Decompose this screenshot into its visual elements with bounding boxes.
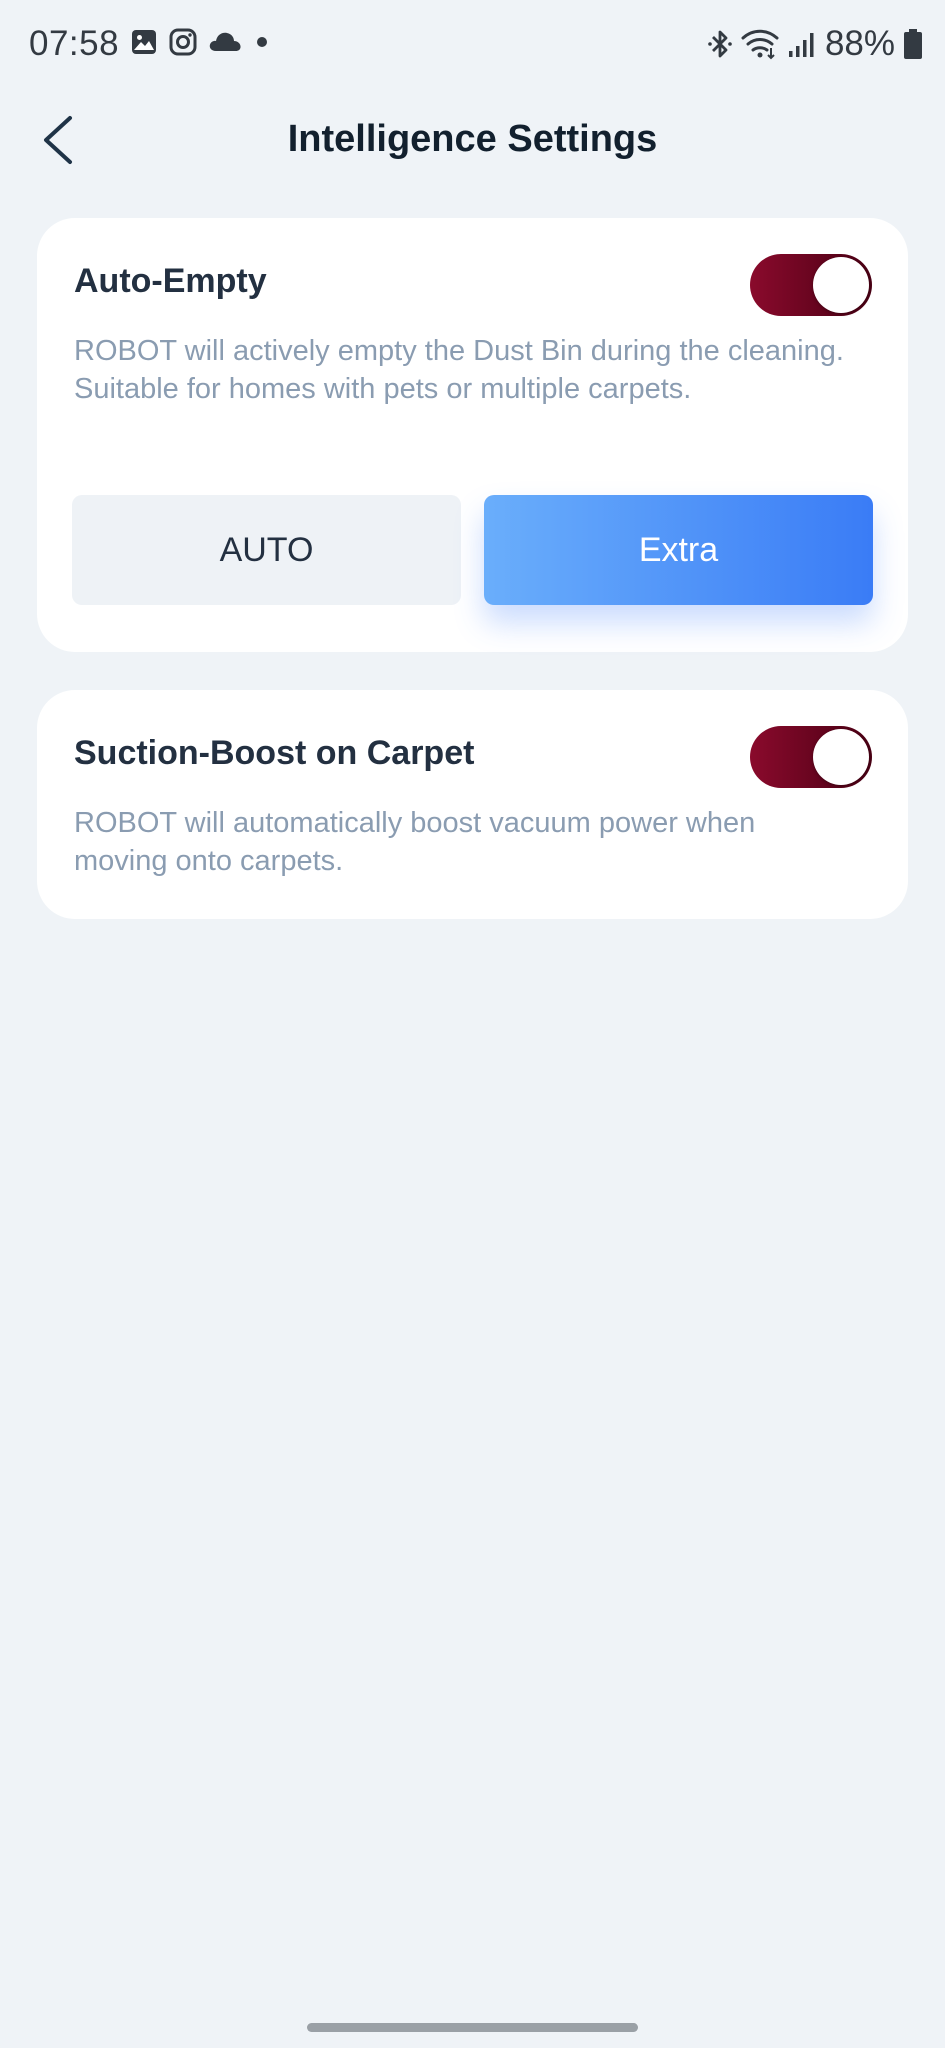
suction-boost-card: Suction-Boost on Carpet ROBOT will autom… — [37, 690, 908, 919]
status-system-icons: 88% — [707, 24, 923, 64]
auto-empty-mode-selector: AUTO Extra — [72, 495, 873, 605]
status-time: 07:58 — [29, 24, 120, 63]
dot-icon — [252, 32, 272, 52]
suction-boost-description: ROBOT will automatically boost vacuum po… — [74, 807, 756, 877]
mode-extra-button[interactable]: Extra — [484, 495, 873, 605]
status-notification-icons — [130, 27, 272, 57]
auto-empty-title: Auto-Empty — [74, 262, 267, 300]
suction-boost-toggle[interactable] — [750, 726, 872, 788]
status-bar: 07:58 88% — [0, 0, 945, 90]
home-indicator[interactable] — [307, 2023, 638, 2032]
signal-icon — [787, 29, 817, 59]
gallery-icon — [130, 28, 158, 56]
toggle-knob — [813, 729, 869, 785]
auto-empty-toggle[interactable] — [750, 254, 872, 316]
auto-empty-description: ROBOT will actively empty the Dust Bin d… — [74, 335, 844, 405]
auto-empty-card: Auto-Empty ROBOT will actively empty the… — [37, 218, 908, 652]
cloud-icon — [208, 29, 242, 55]
instagram-icon — [168, 27, 198, 57]
toggle-knob — [813, 257, 869, 313]
bluetooth-icon — [707, 28, 733, 60]
suction-boost-title: Suction-Boost on Carpet — [74, 734, 475, 772]
header: Intelligence Settings — [0, 100, 945, 180]
wifi-icon — [741, 28, 779, 60]
battery-percentage: 88% — [824, 24, 895, 63]
battery-icon — [903, 28, 923, 60]
page-title: Intelligence Settings — [287, 118, 658, 160]
mode-auto-button[interactable]: AUTO — [72, 495, 461, 605]
